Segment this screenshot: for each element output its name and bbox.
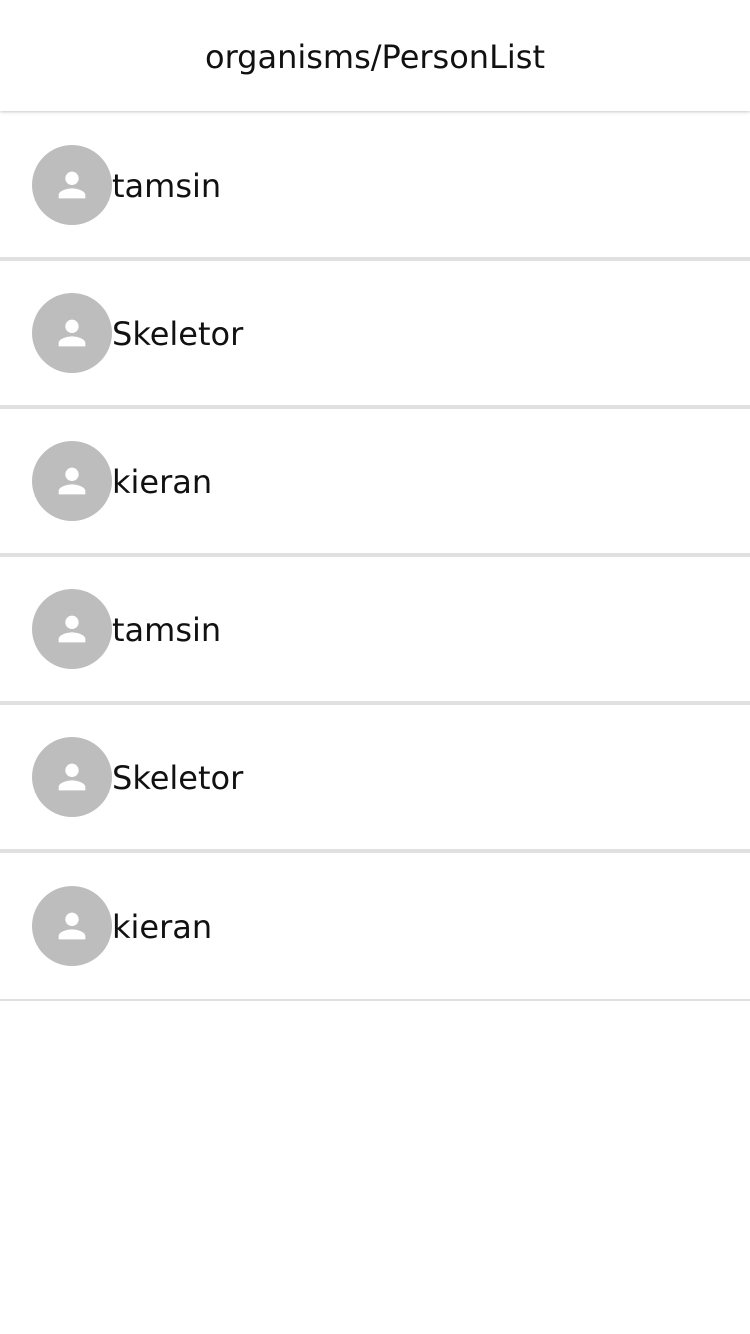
person-list-item[interactable]: kieran	[0, 853, 750, 1001]
avatar	[32, 886, 112, 966]
person-name: Skeletor	[112, 759, 244, 797]
person-list-item[interactable]: kieran	[0, 409, 750, 557]
person-name: kieran	[112, 463, 213, 501]
person-name: Skeletor	[112, 315, 244, 353]
person-list-item[interactable]: tamsin	[0, 557, 750, 705]
person-list-item[interactable]: tamsin	[0, 113, 750, 261]
person-list: tamsin Skeletor kieran tamsin Skeletor k…	[0, 113, 750, 1001]
person-icon	[52, 609, 92, 649]
avatar	[32, 441, 112, 521]
page-title: organisms/PersonList	[204, 37, 546, 76]
person-icon	[52, 313, 92, 353]
person-icon	[52, 461, 92, 501]
person-name: tamsin	[112, 167, 222, 205]
avatar	[32, 293, 112, 373]
page-header: organisms/PersonList	[0, 0, 750, 111]
person-name: tamsin	[112, 611, 222, 649]
avatar	[32, 737, 112, 817]
person-list-item[interactable]: Skeletor	[0, 261, 750, 409]
avatar	[32, 145, 112, 225]
person-icon	[52, 165, 92, 205]
person-icon	[52, 906, 92, 946]
avatar	[32, 589, 112, 669]
person-icon	[52, 757, 92, 797]
person-list-item[interactable]: Skeletor	[0, 705, 750, 853]
person-name: kieran	[112, 908, 213, 946]
